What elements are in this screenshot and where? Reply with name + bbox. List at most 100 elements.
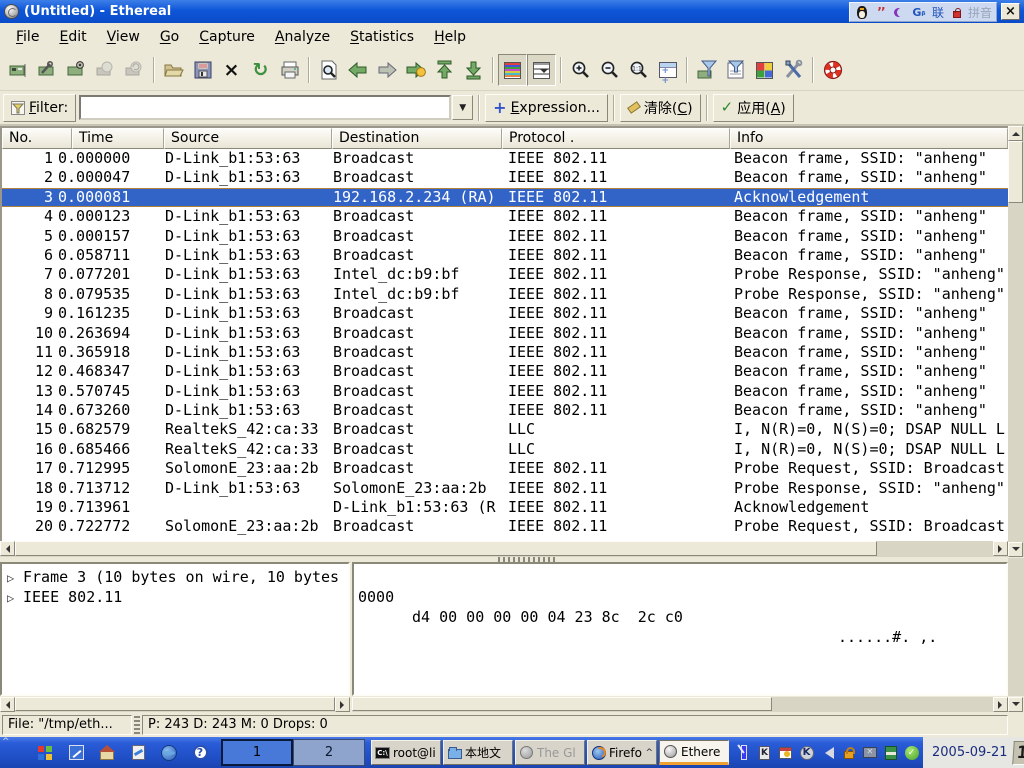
expander-icon[interactable]: ▷ bbox=[7, 588, 23, 607]
go-to-bottom-icon[interactable] bbox=[459, 54, 488, 86]
packet-row[interactable]: 140.673260D-Link_b1:53:63BroadcastIEEE 8… bbox=[2, 401, 1008, 420]
autoscroll-icon[interactable] bbox=[527, 54, 556, 86]
help-icon[interactable] bbox=[818, 54, 847, 86]
scroll-thumb[interactable] bbox=[1008, 141, 1023, 203]
open-icon[interactable] bbox=[159, 54, 188, 86]
expander-icon[interactable]: ▷ bbox=[7, 568, 23, 587]
taskbar-button-terminal[interactable]: C:\root@li bbox=[371, 740, 441, 765]
detail-tree-item[interactable]: ▷IEEE 802.11 bbox=[2, 587, 348, 607]
menu-statistics[interactable]: Statistics bbox=[340, 26, 424, 48]
capture-start-icon[interactable] bbox=[62, 54, 91, 86]
hex-pane-vertical-scrollbar[interactable] bbox=[1008, 558, 1024, 696]
penguin-icon[interactable] bbox=[854, 4, 870, 20]
column-header-destination[interactable]: Destination bbox=[332, 128, 502, 149]
packet-row[interactable]: 40.000123D-Link_b1:53:63BroadcastIEEE 80… bbox=[2, 207, 1008, 226]
filter-input[interactable] bbox=[79, 95, 451, 120]
display-filter-icon[interactable] bbox=[721, 54, 750, 86]
detail-pane-scrollbar[interactable] bbox=[0, 697, 350, 712]
packet-row[interactable]: 90.161235D-Link_b1:53:63BroadcastIEEE 80… bbox=[2, 304, 1008, 323]
save-icon[interactable] bbox=[188, 54, 217, 86]
menu-go[interactable]: Go bbox=[150, 26, 189, 48]
capture-options-icon[interactable] bbox=[33, 54, 62, 86]
packet-row[interactable]: 80.079535D-Link_b1:53:63Intel_dc:b9:bfIE… bbox=[2, 285, 1008, 304]
scroll-right-button[interactable] bbox=[993, 541, 1008, 556]
panel-hide-caret[interactable]: ^ bbox=[2, 737, 10, 747]
update-check-icon[interactable]: ✓ bbox=[903, 744, 920, 761]
globe-browser-icon[interactable] bbox=[158, 742, 180, 764]
packet-row[interactable]: 20.000047D-Link_b1:53:63BroadcastIEEE 80… bbox=[2, 168, 1008, 187]
scroll-up-button[interactable] bbox=[1008, 126, 1023, 141]
packet-row[interactable]: 160.685466RealtekS_42:ca:33BroadcastLLCI… bbox=[2, 440, 1008, 459]
volume-icon[interactable] bbox=[819, 744, 836, 761]
scroll-thumb[interactable] bbox=[15, 541, 877, 556]
column-header-no[interactable]: No. bbox=[2, 128, 72, 149]
find-icon[interactable] bbox=[314, 54, 343, 86]
packet-row[interactable]: 110.365918D-Link_b1:53:63BroadcastIEEE 8… bbox=[2, 343, 1008, 362]
taskbar-button-folder[interactable]: 本地文 bbox=[443, 740, 513, 765]
close-file-icon[interactable]: × bbox=[217, 54, 246, 86]
lock-icon[interactable] bbox=[840, 744, 857, 761]
packet-row[interactable]: 60.058711D-Link_b1:53:63BroadcastIEEE 80… bbox=[2, 246, 1008, 265]
zoom-100-icon[interactable]: 1:1 bbox=[624, 54, 653, 86]
scroll-down-button[interactable] bbox=[1008, 542, 1023, 557]
lcd-clock[interactable]: 14 28 bbox=[1012, 741, 1024, 765]
menu-help[interactable]: Help bbox=[424, 26, 476, 48]
resize-columns-icon[interactable] bbox=[653, 54, 682, 86]
lian-mode-icon[interactable]: 联 bbox=[930, 4, 946, 20]
packet-list-vertical-scrollbar[interactable] bbox=[1008, 126, 1024, 557]
calendar-alarm-icon[interactable] bbox=[777, 744, 794, 761]
scroll-left-button[interactable] bbox=[0, 541, 15, 556]
menu-analyze[interactable]: Analyze bbox=[265, 26, 340, 48]
back-icon[interactable] bbox=[343, 54, 372, 86]
packet-list-horizontal-scrollbar[interactable] bbox=[0, 541, 1008, 557]
zoom-out-icon[interactable] bbox=[595, 54, 624, 86]
close-window-button[interactable]: × bbox=[1001, 3, 1020, 20]
colorize-icon[interactable] bbox=[498, 54, 527, 86]
input-marks-icon[interactable]: ’’ bbox=[873, 4, 889, 20]
home-folder-icon[interactable] bbox=[96, 742, 118, 764]
packet-row[interactable]: 130.570745D-Link_b1:53:63BroadcastIEEE 8… bbox=[2, 382, 1008, 401]
capture-filter-icon[interactable] bbox=[692, 54, 721, 86]
packet-row[interactable]: 50.000157D-Link_b1:53:63BroadcastIEEE 80… bbox=[2, 227, 1008, 246]
address-book-icon[interactable] bbox=[882, 744, 899, 761]
packet-row[interactable]: 150.682579RealtekS_42:ca:33BroadcastLLCI… bbox=[2, 420, 1008, 439]
apply-button[interactable]: ✓ 应用(A) bbox=[713, 94, 794, 122]
column-header-protocol[interactable]: Protocol . bbox=[502, 128, 730, 149]
interface-list-icon[interactable] bbox=[4, 54, 33, 86]
print-icon[interactable] bbox=[275, 54, 304, 86]
keyboard-mode-icon[interactable]: Gᵦ bbox=[911, 4, 927, 20]
column-header-time[interactable]: Time bbox=[72, 128, 164, 149]
column-header-info[interactable]: Info bbox=[730, 128, 1008, 149]
clear-button[interactable]: 清除(C) bbox=[620, 94, 701, 122]
menu-view[interactable]: View bbox=[97, 26, 150, 48]
menu-capture[interactable]: Capture bbox=[189, 26, 265, 48]
status-grip[interactable] bbox=[134, 716, 140, 734]
moon-icon[interactable] bbox=[892, 4, 908, 20]
taskbar-button-firefox[interactable]: Firefo^ bbox=[587, 740, 657, 765]
clipboard-icon[interactable]: K bbox=[756, 744, 773, 761]
windows-logo-icon[interactable] bbox=[34, 742, 56, 764]
remote-screen-icon[interactable] bbox=[861, 744, 878, 761]
pen-tool-icon[interactable] bbox=[735, 744, 752, 761]
packet-row[interactable]: 70.077201D-Link_b1:53:63Intel_dc:b9:bfIE… bbox=[2, 265, 1008, 284]
lock-icon[interactable] bbox=[949, 4, 965, 20]
taskbar-button-gimp[interactable]: The Gl bbox=[515, 740, 585, 765]
packet-row[interactable]: 100.263694D-Link_b1:53:63BroadcastIEEE 8… bbox=[2, 324, 1008, 343]
go-to-top-icon[interactable] bbox=[430, 54, 459, 86]
pager-desktop-2[interactable]: 2 bbox=[293, 739, 365, 766]
help-icon[interactable]: ? bbox=[189, 742, 211, 764]
filter-combo-arrow[interactable]: ▼ bbox=[452, 95, 473, 120]
filter-button[interactable]: Filter: bbox=[3, 94, 76, 122]
packet-row[interactable]: 120.468347D-Link_b1:53:63BroadcastIEEE 8… bbox=[2, 362, 1008, 381]
expression-button[interactable]: + Expression... bbox=[485, 94, 608, 122]
goto-icon[interactable] bbox=[401, 54, 430, 86]
packet-row[interactable]: 30.000081192.168.2.234 (RA)IEEE 802.11Ac… bbox=[2, 188, 1008, 207]
editor-icon[interactable] bbox=[65, 742, 87, 764]
preferences-icon[interactable] bbox=[779, 54, 808, 86]
reload-icon[interactable]: ↻ bbox=[246, 54, 275, 86]
packet-row[interactable]: 170.712995SolomonE_23:aa:2bBroadcastIEEE… bbox=[2, 459, 1008, 478]
menu-file[interactable]: File bbox=[6, 26, 49, 48]
taskbar-button-ethereal[interactable]: Ethere bbox=[659, 740, 729, 765]
pager-desktop-1[interactable]: 1 bbox=[221, 739, 293, 766]
forward-icon[interactable] bbox=[372, 54, 401, 86]
